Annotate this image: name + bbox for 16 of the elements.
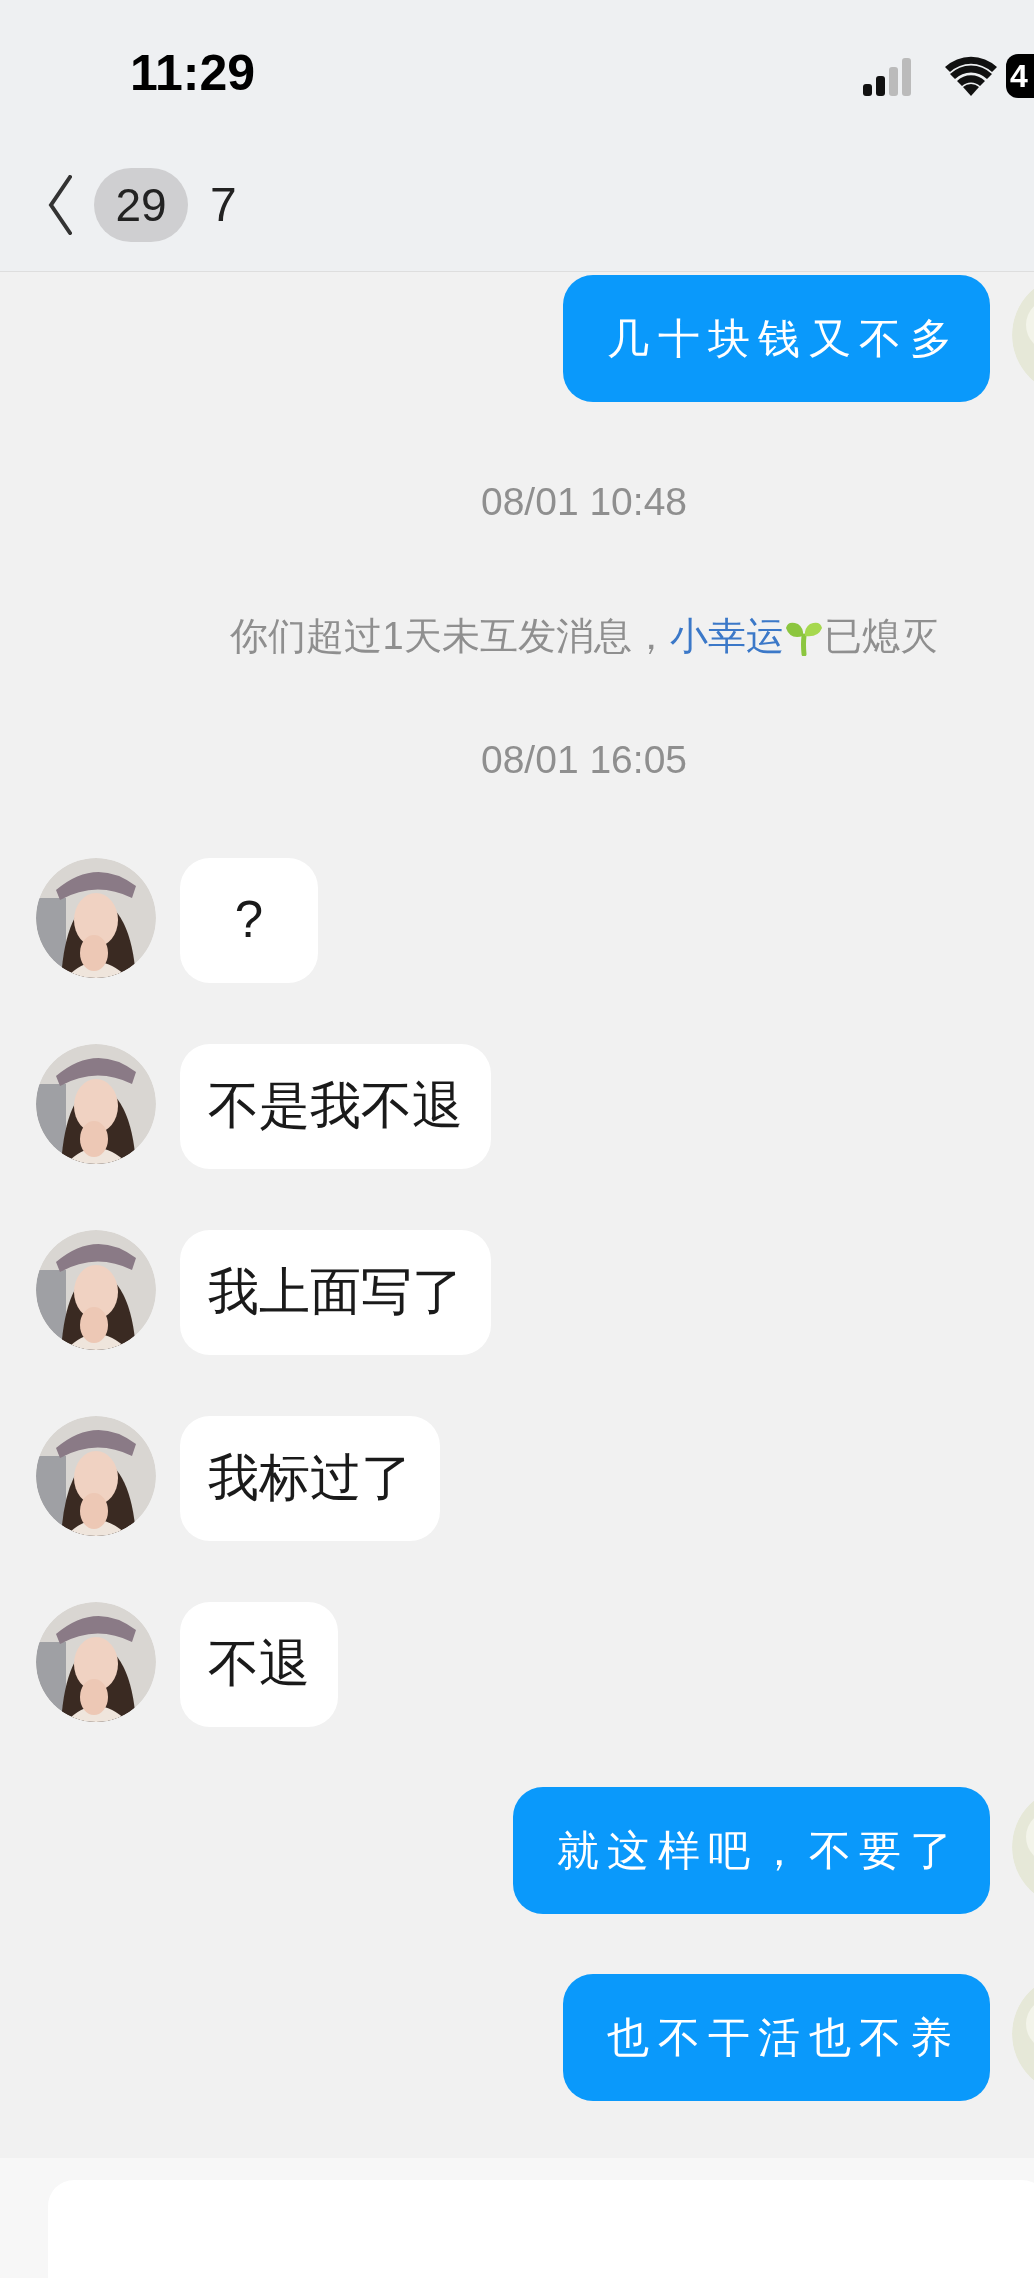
message-bubble[interactable]: 我标过了 — [180, 1416, 440, 1541]
wifi-icon — [945, 56, 997, 96]
message-bubble[interactable]: 我上面写了 — [180, 1230, 491, 1355]
message-bubble[interactable]: 不是我不退 — [180, 1044, 491, 1169]
back-icon — [48, 175, 72, 235]
timestamp: 08/01 16:05 — [481, 740, 687, 780]
message-bubble[interactable]: 不退 — [180, 1602, 338, 1727]
message-bubble[interactable]: ? — [180, 858, 318, 983]
status-time: 11:29 — [130, 48, 256, 98]
chat-title: 7 — [210, 177, 237, 233]
link[interactable]: 小幸运 — [669, 616, 784, 656]
timestamp: 08/01 10:48 — [481, 482, 687, 522]
battery-level: 4 — [1006, 54, 1034, 98]
system-notice: 你们超过1天未互发消息，小幸运 已熄灭 — [230, 616, 938, 656]
signal-icon — [863, 58, 913, 96]
unread-count[interactable]: 29 — [94, 168, 188, 242]
